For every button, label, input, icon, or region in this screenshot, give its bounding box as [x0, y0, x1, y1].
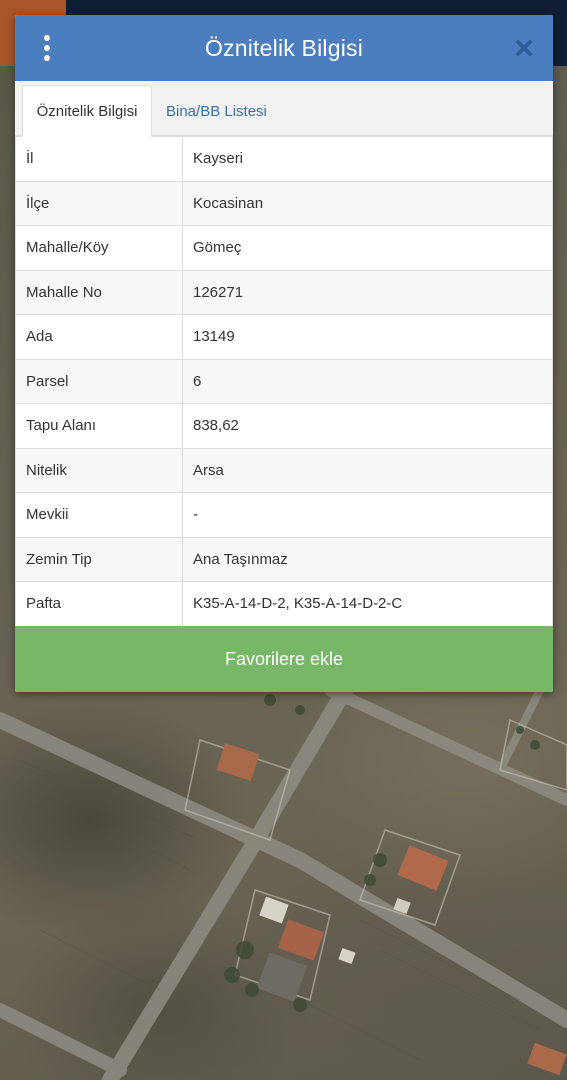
attribute-value: 126271	[182, 269, 553, 315]
vertical-dots-icon	[44, 35, 50, 41]
attribute-value: Arsa	[182, 447, 553, 493]
attribute-label: Tapu Alanı	[15, 403, 183, 449]
attribute-label: Ada	[15, 314, 183, 360]
attribute-table: İl Kayseri İlçe Kocasinan Mahalle/Köy Gö…	[15, 136, 553, 627]
attribute-label: Mahalle/Köy	[15, 225, 183, 271]
attribute-label: Zemin Tip	[15, 536, 183, 582]
add-to-favorites-button[interactable]: Favorilere ekle	[15, 626, 553, 692]
table-row: Mahalle/Köy Gömeç	[15, 225, 553, 271]
attribute-value: K35-A-14-D-2, K35-A-14-D-2-C	[182, 581, 553, 627]
table-row: Mevkii -	[15, 492, 553, 538]
table-row: Parsel 6	[15, 358, 553, 404]
tab-attribute-info[interactable]: Öznitelik Bilgisi	[22, 85, 152, 137]
table-row: Nitelik Arsa	[15, 447, 553, 493]
menu-button[interactable]	[37, 35, 57, 61]
attribute-label: Mevkii	[15, 492, 183, 538]
dialog-header: Öznitelik Bilgisi	[15, 15, 553, 81]
attribute-label: Nitelik	[15, 447, 183, 493]
tab-bar: Öznitelik Bilgisi Bina/BB Listesi	[15, 81, 553, 137]
table-row: İlçe Kocasinan	[15, 180, 553, 226]
attribute-label: Pafta	[15, 581, 183, 627]
close-icon	[516, 40, 532, 56]
table-row: Ada 13149	[15, 314, 553, 360]
attribute-value: Gömeç	[182, 225, 553, 271]
close-button[interactable]	[511, 35, 537, 61]
attribute-value: 838,62	[182, 403, 553, 449]
attribute-label: Mahalle No	[15, 269, 183, 315]
attribute-value: -	[182, 492, 553, 538]
table-row: Pafta K35-A-14-D-2, K35-A-14-D-2-C	[15, 581, 553, 627]
attribute-value: 13149	[182, 314, 553, 360]
attribute-value: 6	[182, 358, 553, 404]
attribute-value: Kocasinan	[182, 180, 553, 226]
vertical-dots-icon-dot	[44, 55, 50, 61]
attribute-label: İl	[15, 136, 183, 182]
attribute-value: Ana Taşınmaz	[182, 536, 553, 582]
vertical-dots-icon-dot	[44, 45, 50, 51]
attribute-value: Kayseri	[182, 136, 553, 182]
dialog-title: Öznitelik Bilgisi	[204, 34, 364, 61]
attribute-label: İlçe	[15, 180, 183, 226]
tab-building-list[interactable]: Bina/BB Listesi	[166, 85, 267, 137]
table-row: Zemin Tip Ana Taşınmaz	[15, 536, 553, 582]
table-row: İl Kayseri	[15, 136, 553, 182]
attribute-info-dialog: Öznitelik Bilgisi Öznitelik Bilgisi Bina…	[15, 15, 553, 692]
table-row: Tapu Alanı 838,62	[15, 403, 553, 449]
table-row: Mahalle No 126271	[15, 269, 553, 315]
attribute-label: Parsel	[15, 358, 183, 404]
